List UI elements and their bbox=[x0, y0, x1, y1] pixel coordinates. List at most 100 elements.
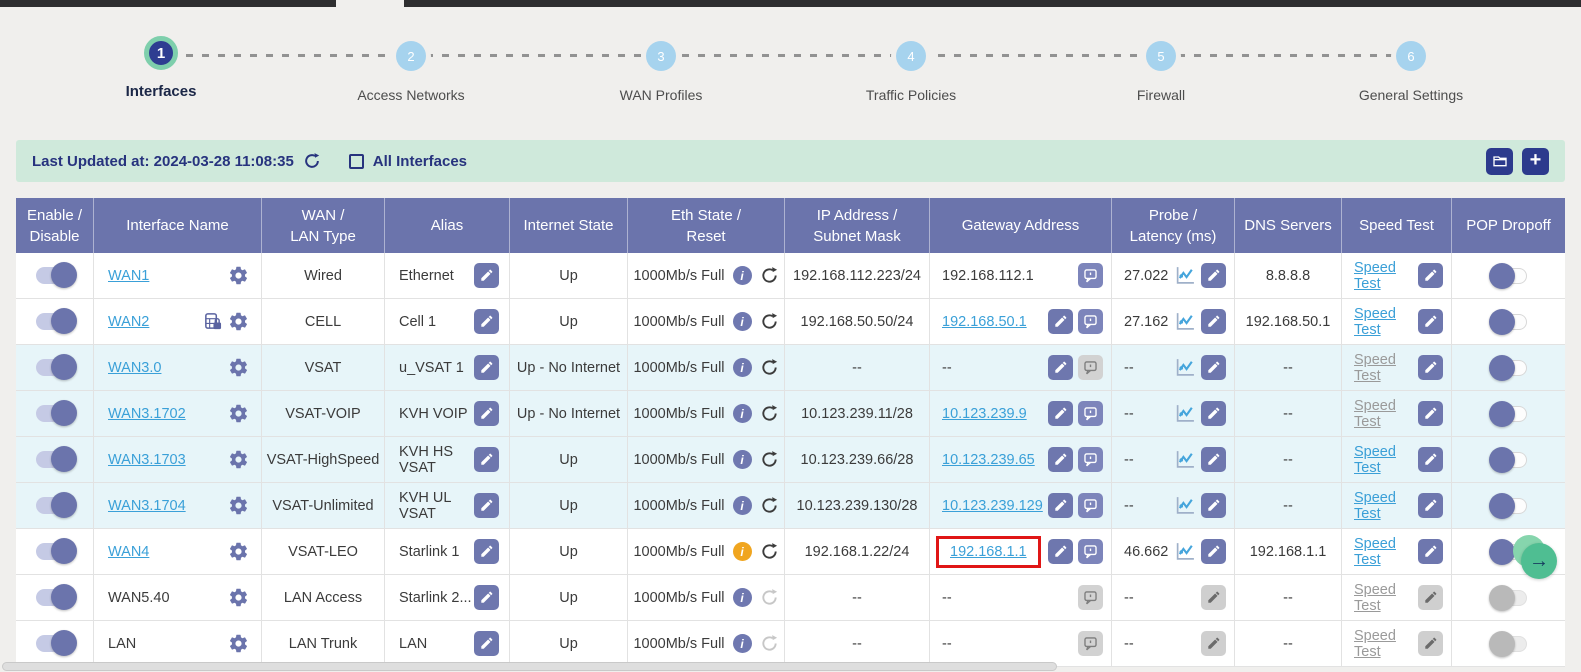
stepper-step[interactable]: 2 Access Networks bbox=[286, 20, 536, 103]
reset-icon[interactable] bbox=[760, 634, 779, 653]
interface-name-link[interactable]: WAN4 bbox=[108, 544, 149, 560]
pop-dropoff-toggle[interactable] bbox=[1491, 314, 1527, 330]
speed-test-edit-button[interactable] bbox=[1418, 585, 1443, 610]
pop-dropoff-toggle[interactable] bbox=[1491, 406, 1527, 422]
interface-name-link[interactable]: WAN3.1702 bbox=[108, 406, 186, 422]
pop-dropoff-toggle[interactable] bbox=[1491, 452, 1527, 468]
gateway-edit-button[interactable] bbox=[1048, 539, 1073, 564]
enable-disable-toggle[interactable] bbox=[36, 313, 74, 330]
info-icon[interactable]: i bbox=[733, 634, 752, 653]
speed-test-edit-button[interactable] bbox=[1418, 493, 1443, 518]
step-number-circle[interactable]: 3 bbox=[646, 41, 676, 71]
enable-disable-toggle[interactable] bbox=[36, 267, 74, 284]
sim-lock-icon[interactable] bbox=[203, 312, 222, 331]
probe-edit-button[interactable] bbox=[1201, 355, 1226, 380]
enable-disable-toggle[interactable] bbox=[36, 359, 74, 376]
all-interfaces-checkbox[interactable] bbox=[349, 154, 364, 169]
latency-graph-icon[interactable] bbox=[1175, 403, 1196, 424]
step-number-circle[interactable]: 2 bbox=[396, 41, 426, 71]
alias-edit-button[interactable] bbox=[474, 355, 499, 380]
probe-edit-button[interactable] bbox=[1201, 447, 1226, 472]
step-number-circle[interactable]: 5 bbox=[1146, 41, 1176, 71]
stepper-step[interactable]: 6 General Settings bbox=[1286, 20, 1536, 103]
alias-edit-button[interactable] bbox=[474, 539, 499, 564]
reset-icon[interactable] bbox=[760, 312, 779, 331]
gateway-edit-button[interactable] bbox=[1048, 401, 1073, 426]
gateway-ping-monitor-icon[interactable] bbox=[1078, 539, 1103, 564]
gateway-ping-monitor-icon[interactable] bbox=[1078, 309, 1103, 334]
pop-dropoff-toggle[interactable] bbox=[1491, 636, 1527, 652]
info-icon[interactable]: i bbox=[733, 312, 752, 331]
gateway-ping-monitor-icon[interactable] bbox=[1078, 493, 1103, 518]
info-icon[interactable]: i bbox=[733, 450, 752, 469]
probe-edit-button[interactable] bbox=[1201, 539, 1226, 564]
speed-test-link[interactable]: Speed Test bbox=[1354, 306, 1418, 338]
settings-gear-icon[interactable] bbox=[228, 495, 249, 516]
gateway-edit-button[interactable] bbox=[1048, 493, 1073, 518]
speed-test-edit-button[interactable] bbox=[1418, 355, 1443, 380]
enable-disable-toggle[interactable] bbox=[36, 451, 74, 468]
gateway-edit-button[interactable] bbox=[1048, 309, 1073, 334]
settings-gear-icon[interactable] bbox=[228, 633, 249, 654]
step-number-circle[interactable]: 4 bbox=[896, 41, 926, 71]
settings-gear-icon[interactable] bbox=[228, 541, 249, 562]
latency-graph-icon[interactable] bbox=[1175, 265, 1196, 286]
speed-test-link[interactable]: Speed Test bbox=[1354, 444, 1418, 476]
speed-test-link[interactable]: Speed Test bbox=[1354, 628, 1418, 660]
next-arrow-button[interactable]: → bbox=[1521, 543, 1557, 579]
settings-gear-icon[interactable] bbox=[228, 265, 249, 286]
speed-test-link[interactable]: Speed Test bbox=[1354, 490, 1418, 522]
step-number-circle[interactable]: 1 bbox=[144, 36, 178, 70]
info-icon[interactable]: i bbox=[733, 404, 752, 423]
interface-name-link[interactable]: WAN3.0 bbox=[108, 360, 161, 376]
reset-icon[interactable] bbox=[760, 404, 779, 423]
stepper-step[interactable]: 5 Firewall bbox=[1036, 20, 1286, 103]
info-icon[interactable]: i bbox=[733, 358, 752, 377]
info-icon[interactable]: i bbox=[733, 588, 752, 607]
refresh-icon[interactable] bbox=[303, 152, 321, 170]
info-icon[interactable]: i bbox=[733, 496, 752, 515]
speed-test-edit-button[interactable] bbox=[1418, 539, 1443, 564]
speed-test-edit-button[interactable] bbox=[1418, 447, 1443, 472]
interface-view-button[interactable] bbox=[1486, 148, 1513, 175]
latency-graph-icon[interactable] bbox=[1175, 541, 1196, 562]
reset-icon[interactable] bbox=[760, 496, 779, 515]
gateway-address[interactable]: 192.168.1.1 bbox=[950, 544, 1027, 560]
enable-disable-toggle[interactable] bbox=[36, 497, 74, 514]
alias-edit-button[interactable] bbox=[474, 447, 499, 472]
alias-edit-button[interactable] bbox=[474, 631, 499, 656]
gateway-ping-monitor-icon[interactable] bbox=[1078, 401, 1103, 426]
speed-test-link[interactable]: Speed Test bbox=[1354, 260, 1418, 292]
speed-test-edit-button[interactable] bbox=[1418, 401, 1443, 426]
speed-test-link[interactable]: Speed Test bbox=[1354, 352, 1418, 384]
reset-icon[interactable] bbox=[760, 266, 779, 285]
step-number-circle[interactable]: 6 bbox=[1396, 41, 1426, 71]
info-icon[interactable]: i bbox=[733, 542, 752, 561]
speed-test-edit-button[interactable] bbox=[1418, 631, 1443, 656]
settings-gear-icon[interactable] bbox=[228, 357, 249, 378]
probe-edit-button[interactable] bbox=[1201, 263, 1226, 288]
stepper-step[interactable]: 3 WAN Profiles bbox=[536, 20, 786, 103]
gateway-ping-monitor-icon[interactable] bbox=[1078, 447, 1103, 472]
interface-name-link[interactable]: WAN1 bbox=[108, 268, 149, 284]
pop-dropoff-toggle[interactable] bbox=[1491, 360, 1527, 376]
interface-name-link[interactable]: WAN2 bbox=[108, 314, 149, 330]
pop-dropoff-toggle[interactable] bbox=[1491, 498, 1527, 514]
enable-disable-toggle[interactable] bbox=[36, 635, 74, 652]
gateway-ping-monitor-icon[interactable] bbox=[1078, 631, 1103, 656]
info-icon[interactable]: i bbox=[733, 266, 752, 285]
gateway-edit-button[interactable] bbox=[1048, 355, 1073, 380]
settings-gear-icon[interactable] bbox=[228, 403, 249, 424]
gateway-address[interactable]: 10.123.239.65 bbox=[942, 452, 1035, 468]
probe-edit-button[interactable] bbox=[1201, 585, 1226, 610]
gateway-edit-button[interactable] bbox=[1048, 447, 1073, 472]
pop-dropoff-toggle[interactable] bbox=[1491, 590, 1527, 606]
enable-disable-toggle[interactable] bbox=[36, 589, 74, 606]
gateway-ping-monitor-icon[interactable] bbox=[1078, 355, 1103, 380]
alias-edit-button[interactable] bbox=[474, 493, 499, 518]
probe-edit-button[interactable] bbox=[1201, 401, 1226, 426]
probe-edit-button[interactable] bbox=[1201, 631, 1226, 656]
alias-edit-button[interactable] bbox=[474, 585, 499, 610]
enable-disable-toggle[interactable] bbox=[36, 405, 74, 422]
interface-name-link[interactable]: WAN3.1703 bbox=[108, 452, 186, 468]
